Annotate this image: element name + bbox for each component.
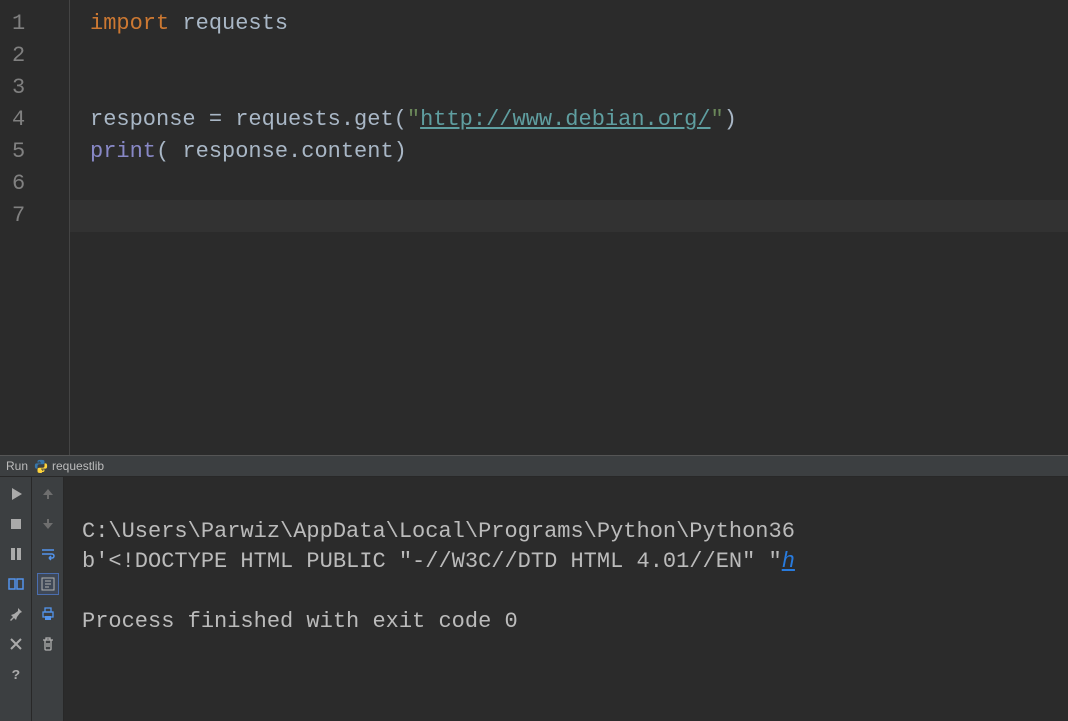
console-line: b'<!DOCTYPE HTML PUBLIC "-//W3C//DTD HTM… bbox=[82, 549, 782, 574]
line-number: 2 bbox=[12, 40, 69, 72]
paren: ( bbox=[156, 139, 182, 164]
scroll-to-end-button[interactable] bbox=[37, 573, 59, 595]
string-quote: " bbox=[711, 107, 724, 132]
code-line: import requests bbox=[90, 8, 1068, 40]
keyword: import bbox=[90, 11, 169, 36]
run-config-name: requestlib bbox=[52, 459, 104, 473]
identifier: response.content) bbox=[182, 139, 406, 164]
editor-area: 1 2 3 4 5 6 7 import requests response =… bbox=[0, 0, 1068, 455]
run-toolbar-secondary bbox=[32, 477, 64, 721]
line-number: 6 bbox=[12, 168, 69, 200]
down-arrow-button[interactable] bbox=[37, 513, 59, 535]
console-line: C:\Users\Parwiz\AppData\Local\Programs\P… bbox=[82, 519, 795, 544]
code-editor[interactable]: import requests response = requests.get(… bbox=[70, 0, 1068, 455]
pin-button[interactable] bbox=[5, 603, 27, 625]
run-tool-window-header[interactable]: Run requestlib bbox=[0, 455, 1068, 477]
help-button[interactable]: ? bbox=[5, 663, 27, 685]
stop-button[interactable] bbox=[5, 513, 27, 535]
run-label: Run bbox=[6, 459, 28, 473]
line-number: 5 bbox=[12, 136, 69, 168]
console-output[interactable]: C:\Users\Parwiz\AppData\Local\Programs\P… bbox=[64, 477, 1068, 721]
console-link[interactable]: h bbox=[782, 549, 795, 574]
code-line-current bbox=[70, 200, 1068, 232]
close-button[interactable] bbox=[5, 633, 27, 655]
call: requests.get( bbox=[222, 107, 407, 132]
run-toolbar-left: ? bbox=[0, 477, 32, 721]
line-number: 1 bbox=[12, 8, 69, 40]
up-arrow-button[interactable] bbox=[37, 483, 59, 505]
line-number: 3 bbox=[12, 72, 69, 104]
code-line: print( response.content) bbox=[90, 136, 1068, 168]
python-icon bbox=[34, 459, 48, 473]
line-number-gutter: 1 2 3 4 5 6 7 bbox=[0, 0, 70, 455]
identifier: requests bbox=[169, 11, 288, 36]
operator: = bbox=[209, 107, 222, 132]
code-line: response = requests.get("http://www.debi… bbox=[90, 104, 1068, 136]
layout-button[interactable] bbox=[5, 573, 27, 595]
rerun-button[interactable] bbox=[5, 483, 27, 505]
pause-button[interactable] bbox=[5, 543, 27, 565]
code-line bbox=[90, 72, 1068, 104]
string-quote: " bbox=[407, 107, 420, 132]
line-number: 4 bbox=[12, 104, 69, 136]
print-button[interactable] bbox=[37, 603, 59, 625]
builtin: print bbox=[90, 139, 156, 164]
trash-button[interactable] bbox=[37, 633, 59, 655]
code-line bbox=[90, 40, 1068, 72]
console-line: Process finished with exit code 0 bbox=[82, 609, 518, 634]
soft-wrap-button[interactable] bbox=[37, 543, 59, 565]
console-area: ? C:\Users\Parwiz\AppData\Local\Programs… bbox=[0, 477, 1068, 721]
paren: ) bbox=[724, 107, 737, 132]
identifier: response bbox=[90, 107, 209, 132]
code-line bbox=[90, 168, 1068, 200]
line-number: 7 bbox=[12, 200, 69, 232]
svg-text:?: ? bbox=[11, 668, 19, 682]
string-url: http://www.debian.org/ bbox=[420, 107, 710, 132]
